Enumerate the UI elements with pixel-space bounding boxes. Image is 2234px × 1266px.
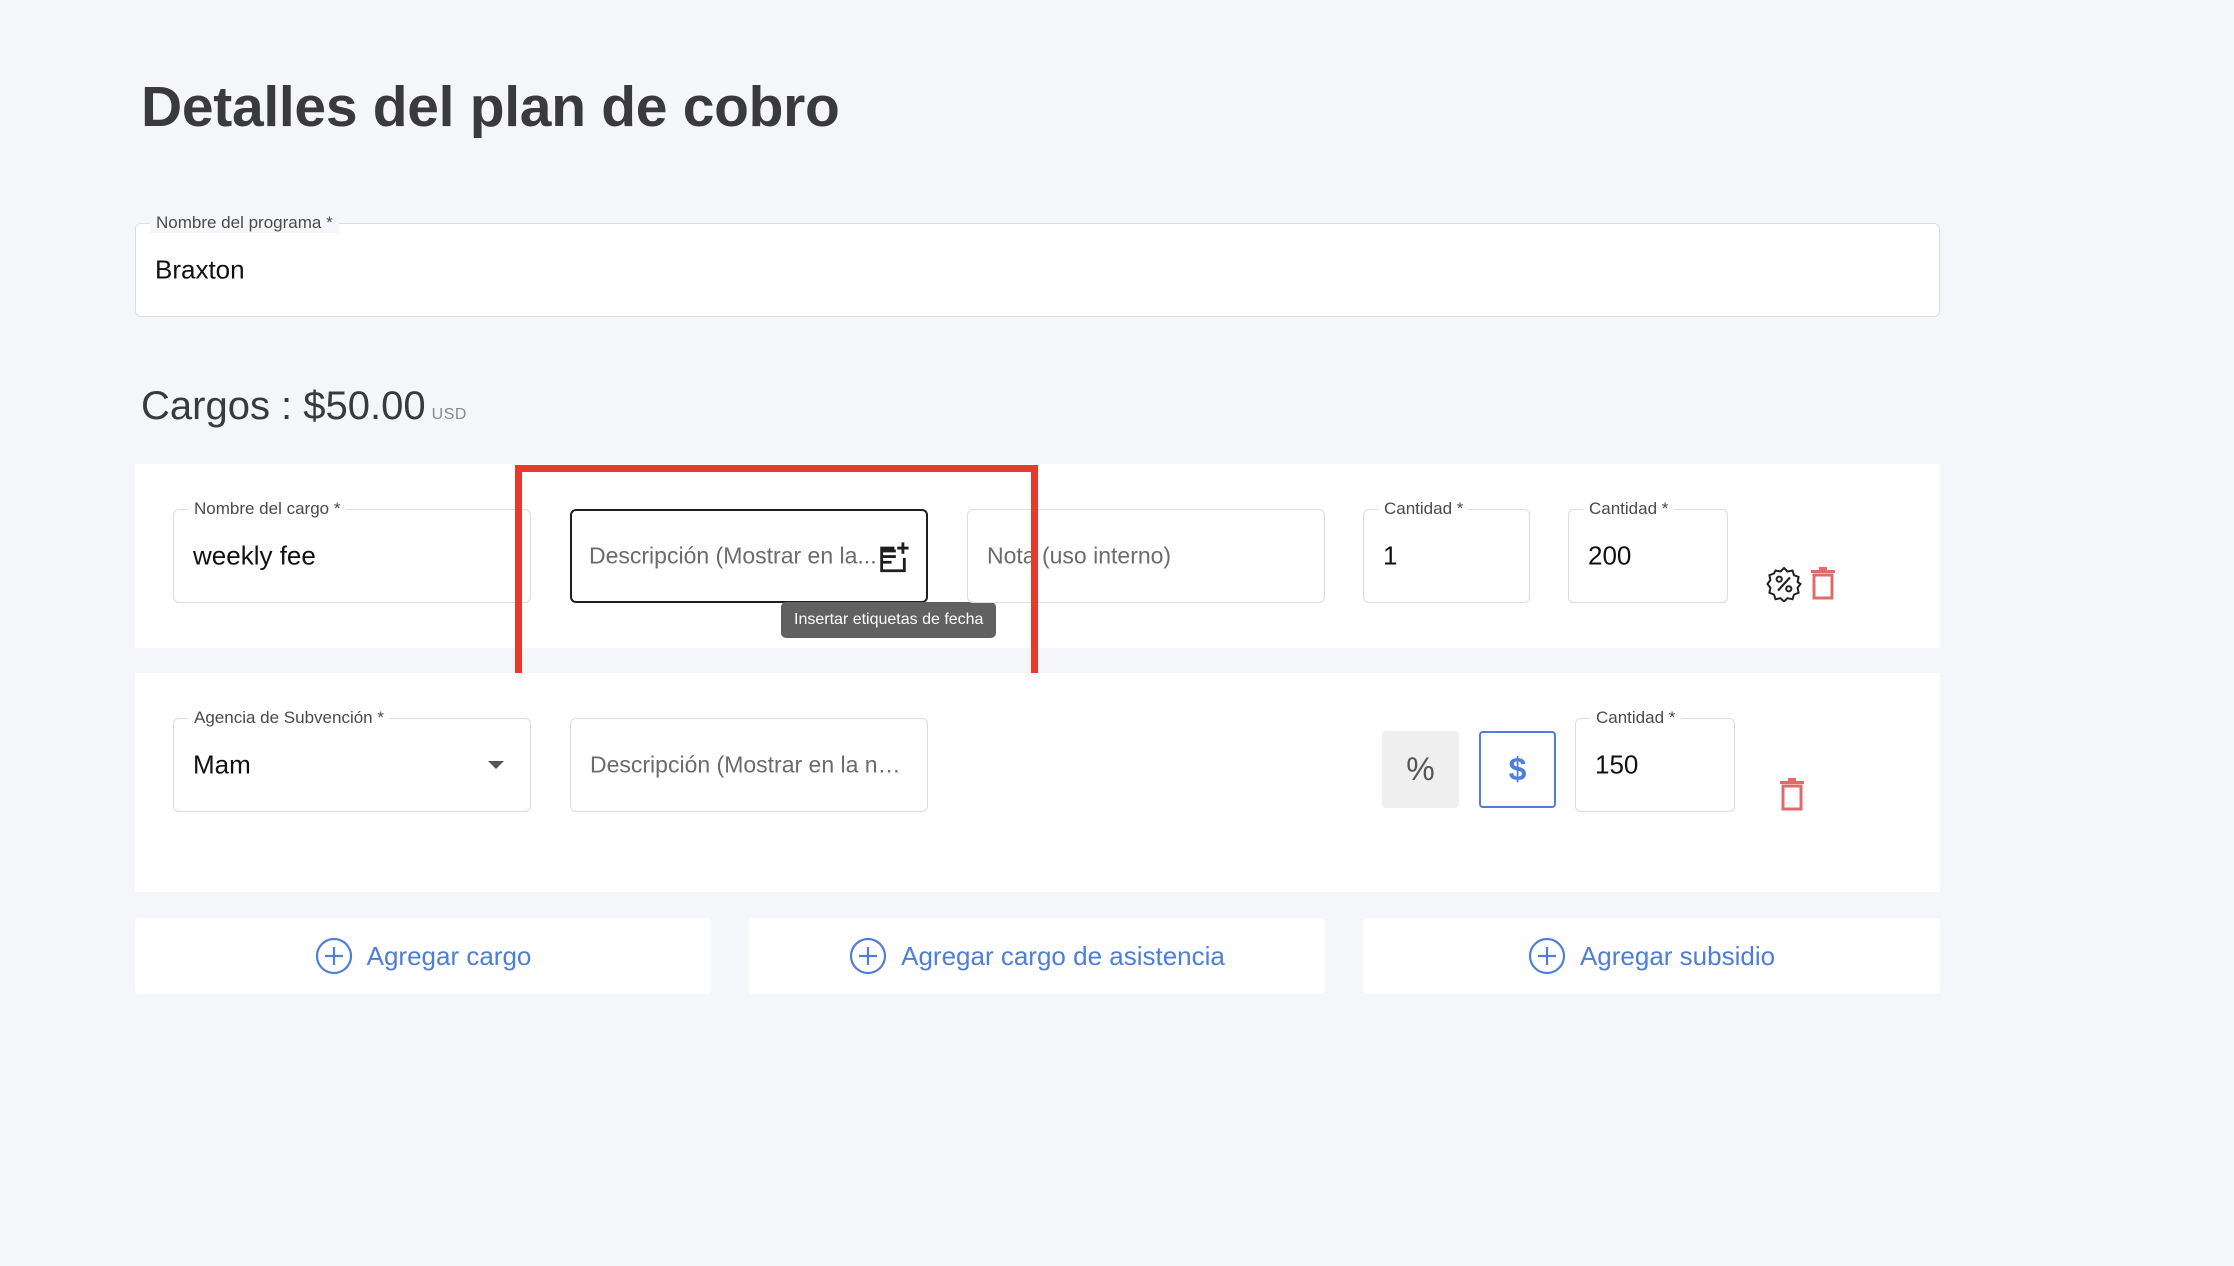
page-title: Detalles del plan de cobro — [141, 75, 840, 139]
charge-note-field[interactable]: Nota (uso interno) — [967, 509, 1325, 603]
charges-total: Cargos : $50.00 — [141, 384, 426, 428]
subsidy-description-field[interactable]: Descripción (Mostrar en la not... — [570, 718, 928, 812]
program-name-field[interactable]: Nombre del programa * Braxton — [135, 213, 1940, 317]
subsidy-amount-label: Cantidad * — [1590, 708, 1682, 728]
subsidy-agency-label: Agencia de Subvención * — [188, 708, 390, 728]
charge-name-label: Nombre del cargo * — [188, 499, 347, 519]
add-circle-icon — [850, 937, 887, 975]
add-attendance-charge-button[interactable]: Agregar cargo de asistencia — [749, 918, 1325, 994]
subsidy-description-placeholder: Descripción (Mostrar en la not... — [590, 751, 912, 778]
page: Detalles del plan de cobro Nombre del pr… — [0, 0, 2234, 1266]
charge-amount-field[interactable]: Cantidad * 200 — [1568, 499, 1728, 603]
insert-date-tag-icon[interactable] — [876, 541, 910, 575]
program-name-value: Braxton — [155, 254, 245, 285]
charge-amount-label: Cantidad * — [1583, 499, 1675, 519]
program-name-label: Nombre del programa * — [150, 213, 339, 233]
charge-quantity-value: 1 — [1383, 540, 1398, 571]
discount-icon[interactable] — [1766, 566, 1802, 602]
delete-subsidy-icon[interactable] — [1779, 777, 1805, 811]
add-charge-label: Agregar cargo — [366, 940, 532, 971]
subsidy-amount-value: 150 — [1595, 749, 1639, 780]
add-circle-icon — [1528, 937, 1566, 975]
charge-amount-value: 200 — [1588, 540, 1632, 571]
charge-description-placeholder: Descripción (Mostrar en la... — [589, 542, 877, 569]
add-charge-button[interactable]: Agregar cargo — [135, 918, 711, 994]
add-subsidy-label: Agregar subsidio — [1579, 940, 1776, 971]
dollar-toggle[interactable]: $ — [1479, 731, 1556, 808]
subsidy-agency-select[interactable]: Agencia de Subvención * Mam — [173, 708, 531, 812]
percent-symbol: % — [1406, 751, 1435, 787]
dollar-symbol: $ — [1508, 751, 1527, 787]
charge-name-value: weekly fee — [193, 540, 316, 571]
percent-toggle[interactable]: % — [1382, 731, 1459, 808]
insert-date-tags-tooltip: Insertar etiquetas de fecha — [781, 602, 997, 638]
charges-title: Cargos : $50.00 USD — [141, 384, 467, 429]
add-circle-icon — [315, 937, 352, 975]
add-subsidy-button[interactable]: Agregar subsidio — [1363, 918, 1940, 994]
charge-description-field[interactable]: Descripción (Mostrar en la... — [570, 509, 928, 603]
charge-quantity-label: Cantidad * — [1378, 499, 1470, 519]
subsidy-amount-field[interactable]: Cantidad * 150 — [1575, 708, 1735, 812]
delete-charge-icon[interactable] — [1810, 566, 1836, 600]
charge-quantity-field[interactable]: Cantidad * 1 — [1363, 499, 1530, 603]
subsidy-agency-value: Mam — [193, 749, 251, 780]
charge-name-field[interactable]: Nombre del cargo * weekly fee — [173, 499, 531, 603]
charge-note-placeholder: Nota (uso interno) — [987, 542, 1172, 569]
currency-label: USD — [431, 406, 467, 423]
chevron-down-icon[interactable] — [486, 759, 506, 771]
add-attendance-charge-label: Agregar cargo de asistencia — [901, 940, 1225, 971]
